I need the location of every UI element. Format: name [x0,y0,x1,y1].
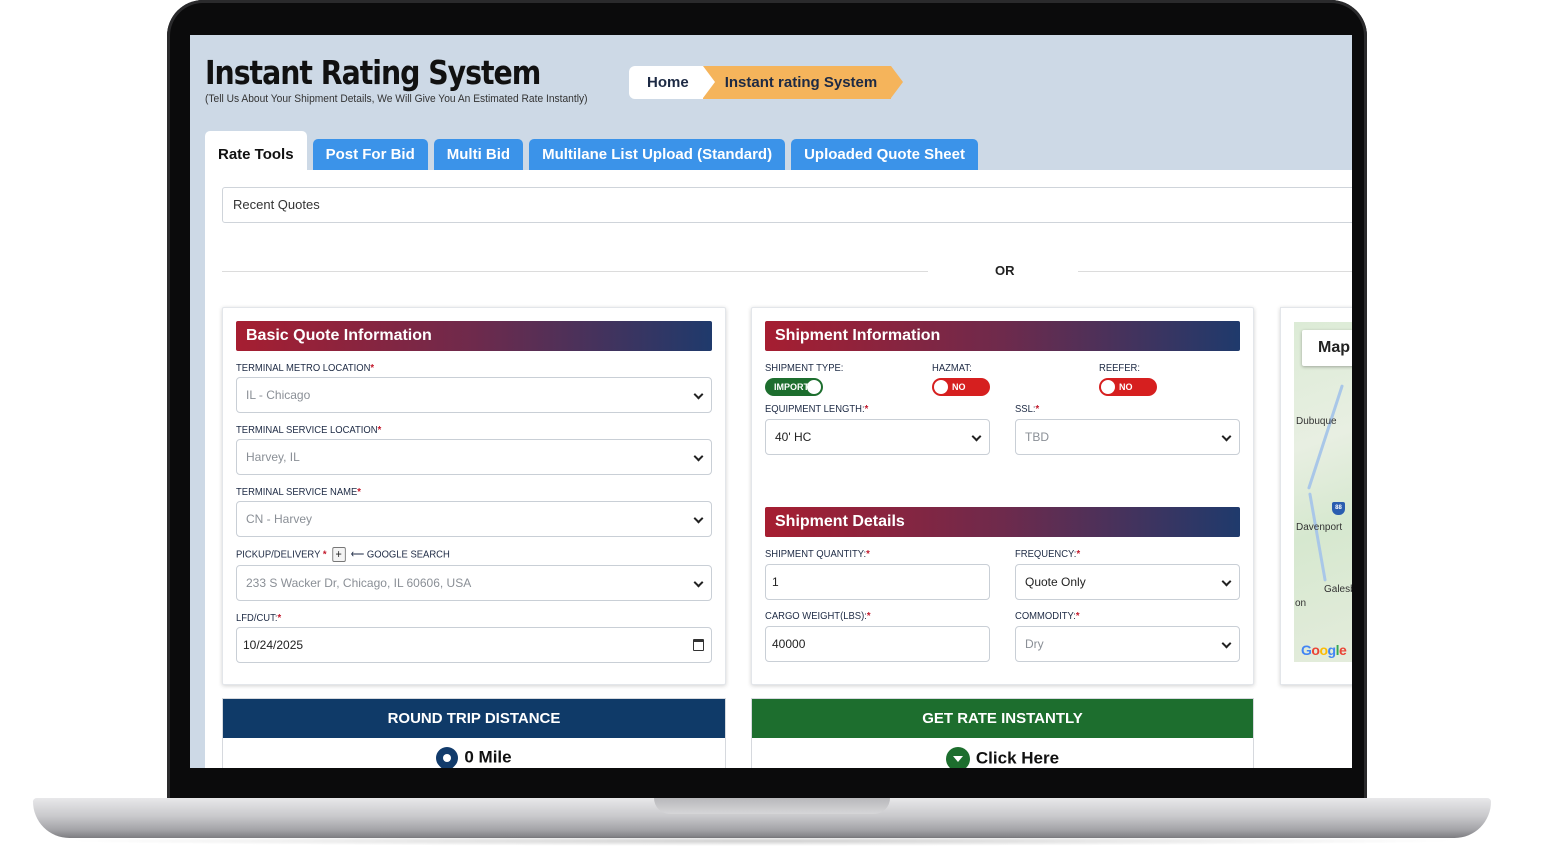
or-divider-text: OR [995,263,1015,278]
map-label-davenport: Davenport [1296,522,1343,533]
hazmat-toggle[interactable]: NO [932,378,990,396]
frequency-select[interactable]: Quote Only [1015,564,1240,600]
screen: Instant Rating System (Tell Us About You… [190,35,1352,768]
divider-right [1078,271,1352,272]
chevron-down-icon [1221,431,1232,442]
location-pin-icon [431,742,463,768]
shipment-info-header: Shipment Information [765,321,1240,351]
reefer-toggle[interactable]: NO [1099,378,1157,396]
map-label-galesburg: Galesbu [1324,584,1352,595]
pickup-delivery-select[interactable]: 233 S Wacker Dr, Chicago, IL 60606, USA [236,565,712,601]
lfd-cut-date-input[interactable]: 10/24/2025 [236,627,712,663]
tab-rate-tools[interactable]: Rate Tools [205,131,307,170]
round-trip-distance-card: ROUND TRIP DISTANCE 0 Mile [222,698,726,768]
shipment-details-header: Shipment Details [765,507,1240,537]
shipment-quantity-input[interactable]: 1 [765,564,990,600]
chevron-down-icon [693,577,704,588]
lfd-cut-label: LFD/CUT:* [236,612,282,624]
page-subtitle: (Tell Us About Your Shipment Details, We… [205,93,588,105]
map-river [1308,492,1327,582]
equipment-length-select[interactable]: 40' HC [765,419,990,455]
get-rate-header: GET RATE INSTANTLY [752,699,1253,738]
google-search-label: ⟵ GOOGLE SEARCH [350,548,450,561]
basic-quote-header: Basic Quote Information [236,321,712,351]
get-rate-button-label: Click Here [975,748,1060,768]
lfd-cut-value: 10/24/2025 [243,638,304,652]
equipment-length-value: 40' HC [775,430,812,444]
hazmat-value: NO [952,382,966,392]
page-title: Instant Rating System [205,53,541,92]
tab-post-for-bid[interactable]: Post For Bid [312,139,428,170]
laptop-shadow [60,836,1464,846]
highway-shield-icon: 88 [1332,502,1345,515]
chevron-down-icon [693,513,704,524]
chevron-down-icon [693,451,704,462]
map-view-button[interactable]: Map [1302,330,1352,366]
toggle-knob [934,380,948,394]
terminal-metro-label: TERMINAL METRO LOCATION* [236,362,375,374]
chevron-down-icon [693,389,704,400]
cargo-weight-input[interactable]: 40000 [765,626,990,662]
shipment-quantity-label: SHIPMENT QUANTITY:* [765,548,870,560]
terminal-service-location-label: TERMINAL SERVICE LOCATION* [236,424,382,436]
route-map[interactable]: Map Dubuque 88 Davenport Galesbu on Goog… [1294,322,1352,662]
tab-uploaded-quote-sheet[interactable]: Uploaded Quote Sheet [791,139,978,170]
terminal-service-name-value: CN - Harvey [246,512,313,526]
chevron-down-icon [1221,576,1232,587]
tab-bar: Rate Tools Post For Bid Multi Bid Multil… [205,131,984,170]
shipment-info-card: Shipment Information SHIPMENT TYPE: IMPO… [751,307,1254,685]
terminal-metro-value: IL - Chicago [246,388,311,402]
map-label-partial: on [1295,598,1307,609]
round-trip-distance-header: ROUND TRIP DISTANCE [223,699,725,738]
commodity-select[interactable]: Dry [1015,626,1240,662]
reefer-label: REEFER: [1099,362,1140,374]
basic-quote-card: Basic Quote Information TERMINAL METRO L… [222,307,726,685]
rate-tools-panel: Recent Quotes OR Basic Quote Information… [205,170,1352,768]
toggle-knob [807,380,821,394]
ssl-label: SSL:* [1015,403,1040,415]
terminal-service-location-select[interactable]: Harvey, IL [236,439,712,475]
terminal-service-location-value: Harvey, IL [246,450,300,464]
cargo-weight-label: CARGO WEIGHT(LBS):* [765,610,871,622]
tab-multi-bid[interactable]: Multi Bid [433,139,524,170]
calendar-icon[interactable] [693,639,704,651]
chevron-down-circle-icon [945,747,970,768]
divider-left [222,271,928,272]
terminal-metro-select[interactable]: IL - Chicago [236,377,712,413]
commodity-label: COMMODITY:* [1015,610,1080,622]
frequency-label: FREQUENCY:* [1015,548,1081,560]
breadcrumb: Home Instant rating System [629,66,903,99]
hazmat-label: HAZMAT: [932,362,972,374]
round-trip-distance-value: 0 Mile [464,747,512,767]
commodity-value: Dry [1025,637,1044,651]
get-rate-button[interactable]: Click Here [752,738,1253,768]
terminal-service-name-select[interactable]: CN - Harvey [236,501,712,537]
reefer-value: NO [1119,382,1133,392]
pickup-delivery-value: 233 S Wacker Dr, Chicago, IL 60606, USA [246,576,472,590]
breadcrumb-home-link[interactable]: Home [629,66,703,99]
frequency-value: Quote Only [1025,575,1086,589]
toggle-knob [1101,380,1115,394]
breadcrumb-current: Instant rating System [702,66,903,99]
map-card: Map Dubuque 88 Davenport Galesbu on Goog… [1280,307,1352,685]
laptop-notch [654,798,890,814]
google-logo: Google [1301,642,1347,658]
terminal-service-name-label: TERMINAL SERVICE NAME* [236,486,361,498]
shipment-type-value: IMPORT [774,382,809,392]
pickup-delivery-label: PICKUP/DELIVERY * + ⟵ GOOGLE SEARCH [236,547,450,562]
equipment-length-label: EQUIPMENT LENGTH:* [765,403,869,415]
round-trip-distance-body: 0 Mile [223,738,725,768]
add-google-search-button[interactable]: + [331,547,346,562]
chevron-down-icon [1221,638,1232,649]
ssl-value: TBD [1025,430,1049,444]
recent-quotes-select[interactable]: Recent Quotes [222,187,1352,223]
ssl-select[interactable]: TBD [1015,419,1240,455]
chevron-down-icon [971,431,982,442]
shipment-type-toggle[interactable]: IMPORT [765,378,823,396]
shipment-type-label: SHIPMENT TYPE: [765,362,844,374]
tab-multilane-upload[interactable]: Multilane List Upload (Standard) [529,139,786,170]
map-label-dubuque: Dubuque [1296,416,1337,427]
get-rate-card[interactable]: GET RATE INSTANTLY Click Here [751,698,1254,768]
map-river [1307,384,1344,490]
